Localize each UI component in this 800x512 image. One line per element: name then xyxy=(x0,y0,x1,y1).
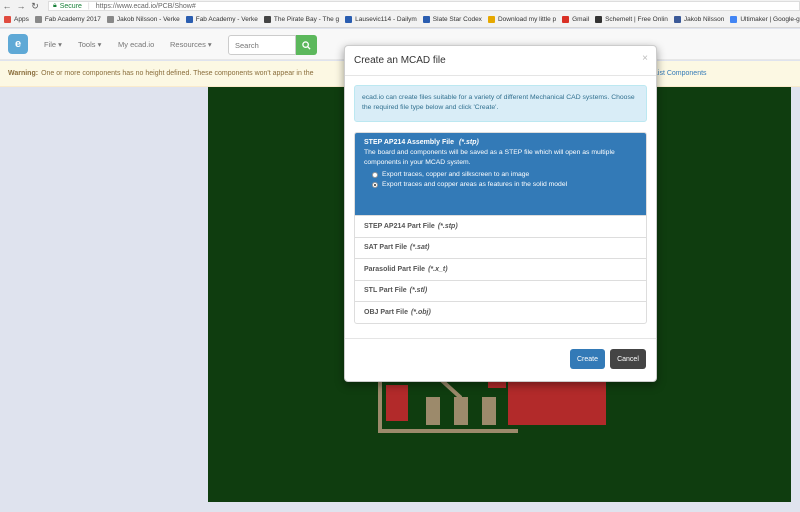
option-parasolid-part[interactable]: Parasolid Part File (*.x_t) xyxy=(355,258,646,280)
bookmark-item[interactable]: Download my little p xyxy=(487,16,557,23)
bookmark-item[interactable]: Jakob Nilsson - Verke xyxy=(106,16,180,23)
modal-footer: Create Cancel xyxy=(345,338,656,381)
bookmark-label: Apps xyxy=(14,16,29,23)
option-description: The board and components will be saved a… xyxy=(364,149,615,166)
radio-button[interactable] xyxy=(372,171,378,178)
option-ext: (*.sat) xyxy=(410,244,430,252)
browser-toolbar: ← → ↻ 🔒︎ Secure | https://www.ecad.io/PC… xyxy=(0,0,800,12)
bookmark-label: Ultimaker | Google-g xyxy=(740,16,800,23)
bookmark-label: Lausevic114 - Dailym xyxy=(355,16,417,23)
option-stl-part[interactable]: STL Part File (*.stl) xyxy=(355,279,646,302)
option-name: STEP AP214 Part File xyxy=(364,222,435,230)
option-name: STEP AP214 Assembly File xyxy=(364,139,455,146)
option-step-part[interactable]: STEP AP214 Part File (*.stp) xyxy=(355,215,646,237)
bookmark-item[interactable]: Apps xyxy=(4,16,29,23)
radio-export-features[interactable]: Export traces and copper areas as featur… xyxy=(364,181,637,188)
cancel-button[interactable]: Cancel xyxy=(610,349,646,369)
bookmark-item[interactable]: Slate Star Codex xyxy=(422,16,482,23)
option-step-assembly[interactable]: STEP AP214 Assembly File (*.stp) The boa… xyxy=(355,133,646,215)
option-ext: (*.x_t) xyxy=(428,265,448,273)
option-ext: (*.obj) xyxy=(410,308,431,316)
info-alert: ecad.io can create files suitable for a … xyxy=(354,85,647,122)
radio-export-image[interactable]: Export traces, copper and silkscreen to … xyxy=(364,171,637,178)
option-ext: (*.stp) xyxy=(437,222,458,230)
radio-label: Export traces and copper areas as featur… xyxy=(382,181,568,188)
radio-label: Export traces, copper and silkscreen to … xyxy=(382,171,530,178)
create-mcad-dialog: Create an MCAD file × ecad.io can create… xyxy=(344,45,657,382)
bookmark-item[interactable]: Schemelt | Free Onlin xyxy=(595,16,668,23)
bookmark-label: Jakob Nilsson - Verke xyxy=(116,16,180,23)
option-obj-part[interactable]: OBJ Part File (*.obj) xyxy=(355,301,646,323)
bookmark-item[interactable]: Fab Academy - Verke xyxy=(185,16,258,23)
bookmarks-bar: Apps Fab Academy 2017 Jakob Nilsson - Verk… xyxy=(0,12,800,28)
radio-button-checked[interactable] xyxy=(372,181,378,188)
bookmark-icon xyxy=(422,16,430,23)
bookmark-item[interactable]: Jakob Nilsson xyxy=(673,16,725,23)
back-icon[interactable]: ← xyxy=(0,1,14,11)
lock-icon: 🔒︎ xyxy=(53,2,57,9)
bookmark-label: Fab Academy 2017 xyxy=(44,16,101,23)
option-title: STEP AP214 Assembly File (*.stp) xyxy=(364,139,637,146)
bookmark-icon xyxy=(345,16,353,23)
bookmark-icon xyxy=(487,16,495,23)
address-bar[interactable]: 🔒︎ Secure | https://www.ecad.io/PCB/Show… xyxy=(48,1,800,11)
reload-icon[interactable]: ↻ xyxy=(28,1,42,12)
modal-header: Create an MCAD file × xyxy=(345,46,656,76)
bookmark-item[interactable]: The Pirate Bay - The g xyxy=(263,16,340,23)
option-name: SAT Part File xyxy=(364,244,408,252)
bookmark-icon xyxy=(562,16,570,23)
file-type-list: STEP AP214 Assembly File (*.stp) The boa… xyxy=(354,132,647,324)
option-name: Parasolid Part File xyxy=(364,265,426,273)
bookmark-item[interactable]: Ultimaker | Google-g xyxy=(730,16,800,23)
bookmark-icon xyxy=(34,16,42,23)
bookmark-icon xyxy=(106,16,114,23)
bookmark-item[interactable]: Fab Academy 2017 xyxy=(34,16,101,23)
close-icon[interactable]: × xyxy=(642,53,648,64)
create-button[interactable]: Create xyxy=(570,349,605,369)
bookmark-label: Download my little p xyxy=(497,16,557,23)
bookmark-icon xyxy=(673,16,681,23)
bookmark-icon xyxy=(730,16,738,23)
bookmark-label: Jakob Nilsson xyxy=(683,16,725,23)
bookmark-item[interactable]: Gmail xyxy=(562,16,589,23)
option-name: STL Part File xyxy=(364,287,407,295)
option-ext: (*.stp) xyxy=(458,139,479,146)
bookmark-label: Gmail xyxy=(572,16,590,23)
bookmark-icon xyxy=(185,16,193,23)
option-sat-part[interactable]: SAT Part File (*.sat) xyxy=(355,236,646,259)
bookmark-label: The Pirate Bay - The g xyxy=(273,16,340,23)
bookmark-icon xyxy=(4,16,11,23)
option-ext: (*.stl) xyxy=(409,287,428,295)
secure-label: Secure xyxy=(59,2,82,10)
forward-icon[interactable]: → xyxy=(14,1,28,11)
bookmark-label: Slate Star Codex xyxy=(432,16,482,23)
address-separator: | xyxy=(87,2,90,10)
bookmark-label: Schemelt | Free Onlin xyxy=(605,16,668,23)
bookmark-icon xyxy=(595,16,603,23)
bookmark-label: Fab Academy - Verke xyxy=(195,16,258,23)
modal-body: ecad.io can create files suitable for a … xyxy=(345,76,656,333)
bookmark-icon xyxy=(263,16,271,23)
url-text: https://www.ecad.io/PCB/Show# xyxy=(95,2,196,10)
option-name: OBJ Part File xyxy=(364,308,408,316)
modal-title: Create an MCAD file xyxy=(354,55,446,66)
bookmark-item[interactable]: Lausevic114 - Dailym xyxy=(345,16,417,23)
